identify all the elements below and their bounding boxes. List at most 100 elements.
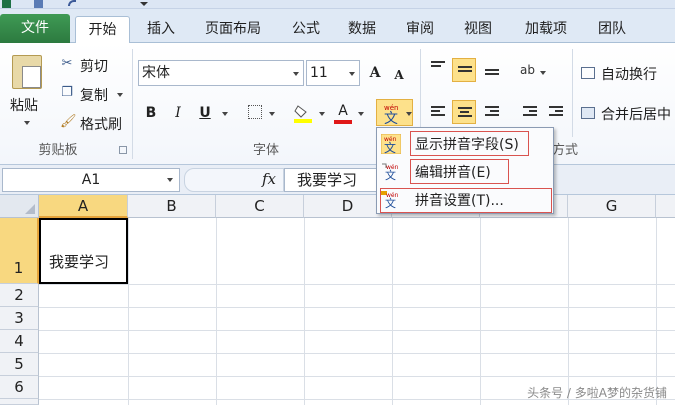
format-painter-button[interactable]: 格式刷 (80, 114, 122, 134)
row-header-2[interactable]: 2 (0, 284, 39, 307)
italic-button[interactable]: I (167, 102, 189, 124)
clipboard-group-label: 剪贴板 (38, 143, 78, 158)
grid-line (304, 218, 305, 405)
title-bar (0, 0, 675, 9)
formula-input[interactable]: 我要学习 (284, 168, 384, 192)
pinyin-edit-icon: wén 文 (382, 163, 399, 182)
cell-a1[interactable]: 我要学习 (39, 218, 128, 284)
align-middle-button[interactable] (452, 58, 476, 82)
copy-button[interactable]: 复制 (80, 85, 108, 105)
select-all-button[interactable] (0, 195, 39, 218)
bold-button[interactable]: B (140, 102, 162, 124)
save-icon[interactable] (34, 0, 43, 8)
grid-line (656, 218, 657, 405)
borders-icon[interactable] (248, 105, 262, 119)
insert-function-button[interactable]: fx (262, 168, 282, 190)
column-header-h[interactable] (656, 195, 675, 218)
undo-icon[interactable] (68, 0, 76, 6)
column-header-a[interactable]: A (39, 195, 128, 218)
font-size-dropdown-icon[interactable] (349, 72, 355, 76)
font-color-button[interactable]: A (332, 100, 354, 122)
tab-file[interactable]: 文件 (0, 14, 70, 43)
tab-addins[interactable]: 加载项 (514, 16, 578, 43)
grid-line (128, 218, 129, 405)
paste-button[interactable]: 粘贴 (10, 95, 38, 115)
copy-dropdown-icon[interactable] (117, 93, 123, 97)
annotation-box (410, 131, 529, 156)
shrink-font-button[interactable]: A (388, 64, 410, 86)
borders-dropdown-icon[interactable] (269, 112, 275, 116)
pinyin-dropdown-icon[interactable] (406, 112, 412, 116)
grid-line (39, 353, 675, 354)
tab-data[interactable]: 数据 (338, 16, 386, 43)
pinyin-button[interactable]: wén 文 (376, 99, 413, 126)
ribbon-tab-bar: 文件 开始 插入 页面布局 公式 数据 审阅 视图 加载项 团队 (0, 9, 675, 44)
grow-font-button[interactable]: A (364, 62, 386, 84)
cut-button[interactable]: 剪切 (80, 56, 108, 76)
tab-review[interactable]: 审阅 (396, 16, 444, 43)
font-name-value: 宋体 (142, 65, 170, 81)
decrease-indent-button[interactable] (518, 100, 542, 124)
name-box[interactable]: A1 (2, 168, 180, 192)
align-left-button[interactable] (426, 100, 450, 124)
tab-formulas[interactable]: 公式 (282, 16, 330, 43)
pinyin-glyph: 文 (384, 140, 396, 154)
font-color-dropdown-icon[interactable] (358, 112, 364, 116)
align-right-button[interactable] (480, 100, 504, 124)
row-header-5[interactable]: 5 (0, 353, 39, 376)
row-header-6[interactable]: 6 (0, 376, 39, 399)
font-color-swatch (334, 120, 352, 124)
column-header-b[interactable]: B (128, 195, 216, 218)
formula-bar: A1 fx 我要学习 (0, 165, 675, 195)
underline-button[interactable]: U (194, 102, 216, 124)
tab-team[interactable]: 团队 (588, 16, 636, 43)
scissors-icon: ✂ (61, 56, 73, 71)
copy-icon: ❐ (61, 85, 73, 100)
tab-page-layout[interactable]: 页面布局 (192, 16, 274, 43)
grid-line (392, 218, 393, 405)
tab-insert[interactable]: 插入 (136, 16, 186, 43)
font-group-label: 字体 (252, 143, 279, 158)
ribbon-home: 粘贴 ✂ 剪切 ❐ 复制 🖌 格式刷 剪贴板 宋体 11 A A B I U A… (0, 43, 675, 165)
font-size-combo[interactable]: 11 (306, 60, 360, 86)
orientation-dropdown-icon[interactable] (540, 71, 546, 75)
worksheet-grid[interactable]: A B C D E F G 1 2 3 4 5 6 我要学习 头条号 / 多啦A… (0, 195, 675, 405)
fill-color-dropdown-icon[interactable] (319, 112, 325, 116)
watermark: 头条号 / 多啦A梦的杂货铺 (527, 386, 667, 400)
cell-a1-value: 我要学习 (49, 253, 110, 271)
tab-view[interactable]: 视图 (454, 16, 502, 43)
grid-line (480, 218, 481, 405)
align-top-button[interactable] (426, 58, 450, 82)
name-box-value: A1 (81, 172, 101, 188)
quick-access-dropdown-icon[interactable] (140, 2, 148, 6)
wrap-text-button[interactable]: 自动换行 (601, 64, 657, 84)
clipboard-launcher-icon[interactable] (119, 146, 127, 154)
font-name-combo[interactable]: 宋体 (138, 60, 304, 86)
group-separator (572, 49, 573, 137)
fill-color-icon[interactable] (293, 103, 313, 123)
tab-home[interactable]: 开始 (75, 16, 130, 44)
row-header-4[interactable]: 4 (0, 330, 39, 353)
increase-indent-button[interactable] (544, 100, 568, 124)
paste-dropdown-icon[interactable] (24, 121, 30, 125)
annotation-box (380, 188, 552, 213)
align-center-button[interactable] (452, 100, 476, 124)
paste-icon[interactable] (12, 55, 42, 89)
format-painter-icon: 🖌 (60, 114, 77, 129)
grid-line (39, 376, 675, 377)
pinyin-dropdown-menu: wén 文 显示拼音字段(S) wén 文 编辑拼音(E) wén 文 拼音设置… (376, 127, 554, 214)
orientation-icon[interactable]: ab (520, 63, 535, 77)
group-separator (132, 49, 133, 159)
align-bottom-button[interactable] (480, 58, 504, 82)
merge-center-button[interactable]: 合并后居中 (601, 104, 671, 124)
font-name-dropdown-icon[interactable] (293, 72, 299, 76)
grid-line (39, 330, 675, 331)
name-box-dropdown-icon[interactable] (167, 178, 173, 182)
row-header-1[interactable]: 1 (0, 218, 39, 284)
column-header-c[interactable]: C (216, 195, 304, 218)
pinyin-glyph: 文 (384, 111, 398, 124)
row-header-7[interactable] (0, 399, 39, 405)
underline-dropdown-icon[interactable] (222, 112, 228, 116)
row-header-3[interactable]: 3 (0, 307, 39, 330)
column-header-g[interactable]: G (568, 195, 656, 218)
